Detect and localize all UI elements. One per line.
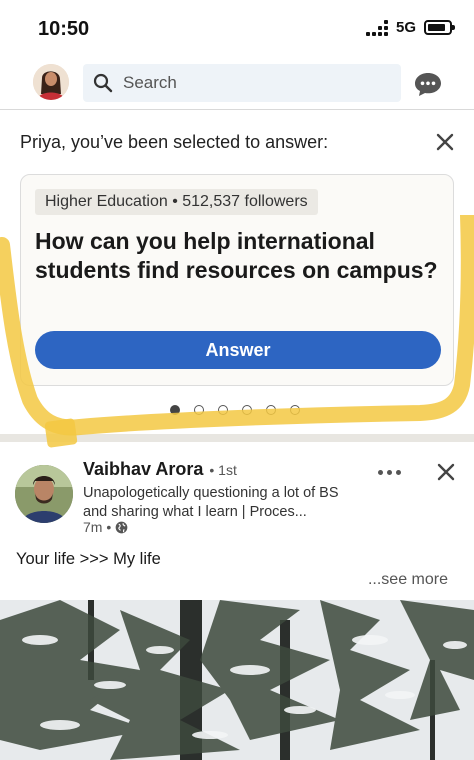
pager-dot[interactable] <box>290 405 300 415</box>
see-more-link[interactable]: ...see more <box>368 571 448 589</box>
top-nav <box>0 56 474 110</box>
search-icon <box>93 73 113 93</box>
pager-dot[interactable] <box>218 405 228 415</box>
battery-level <box>428 24 445 31</box>
author-line: Vaibhav Arora • 1st <box>83 459 237 480</box>
status-bar: 10:50 5G <box>0 0 474 56</box>
battery-icon <box>424 20 455 35</box>
pager-dot[interactable] <box>242 405 252 415</box>
post-image[interactable] <box>0 600 474 760</box>
more-dot-icon <box>377 469 383 475</box>
profile-photo-icon <box>33 64 69 100</box>
author-photo-icon <box>15 465 73 523</box>
post-author-avatar[interactable] <box>15 465 73 523</box>
network-label: 5G <box>395 19 416 36</box>
post-options-button[interactable] <box>374 464 404 480</box>
close-icon <box>437 463 455 481</box>
more-dot-icon <box>395 469 401 475</box>
search-bar[interactable] <box>83 64 401 102</box>
signal-icon <box>365 19 388 36</box>
avatar[interactable] <box>33 64 69 100</box>
answer-button[interactable]: Answer <box>35 331 441 369</box>
globe-icon <box>115 521 128 533</box>
chat-bubble-icon[interactable] <box>414 71 442 97</box>
question-card: Higher Education • 512,537 followers How… <box>20 174 454 386</box>
post-text: Your life >>> My life <box>16 550 161 568</box>
post-meta: 7m • <box>83 519 128 535</box>
pager-dot[interactable] <box>170 405 180 415</box>
feed-divider <box>0 434 474 442</box>
answer-prompt-card: Priya, you’ve been selected to answer: H… <box>0 112 474 434</box>
status-indicators: 5G <box>365 19 455 36</box>
feed-post: Vaibhav Arora • 1st Unapologetically que… <box>0 442 474 760</box>
more-dot-icon <box>386 469 392 475</box>
search-input[interactable] <box>123 73 383 93</box>
author-name[interactable]: Vaibhav Arora <box>83 459 203 480</box>
question-text: How can you help international students … <box>35 228 438 283</box>
status-time: 10:50 <box>38 18 90 40</box>
connection-degree: • 1st <box>209 462 237 478</box>
hide-post-button[interactable] <box>434 460 458 484</box>
carousel-pager[interactable] <box>170 405 300 415</box>
author-headline: Unapologetically questioning a lot of BS… <box>83 485 339 520</box>
snowy-forest-photo-icon <box>0 600 474 760</box>
topic-chip[interactable]: Higher Education • 512,537 followers <box>35 189 318 215</box>
answer-prompt-heading: Priya, you’ve been selected to answer: <box>20 132 329 152</box>
dismiss-prompt-button[interactable] <box>433 130 457 154</box>
post-time: 7m • <box>83 519 112 535</box>
pager-dot[interactable] <box>194 405 204 415</box>
pager-dot[interactable] <box>266 405 276 415</box>
close-icon <box>436 133 454 151</box>
